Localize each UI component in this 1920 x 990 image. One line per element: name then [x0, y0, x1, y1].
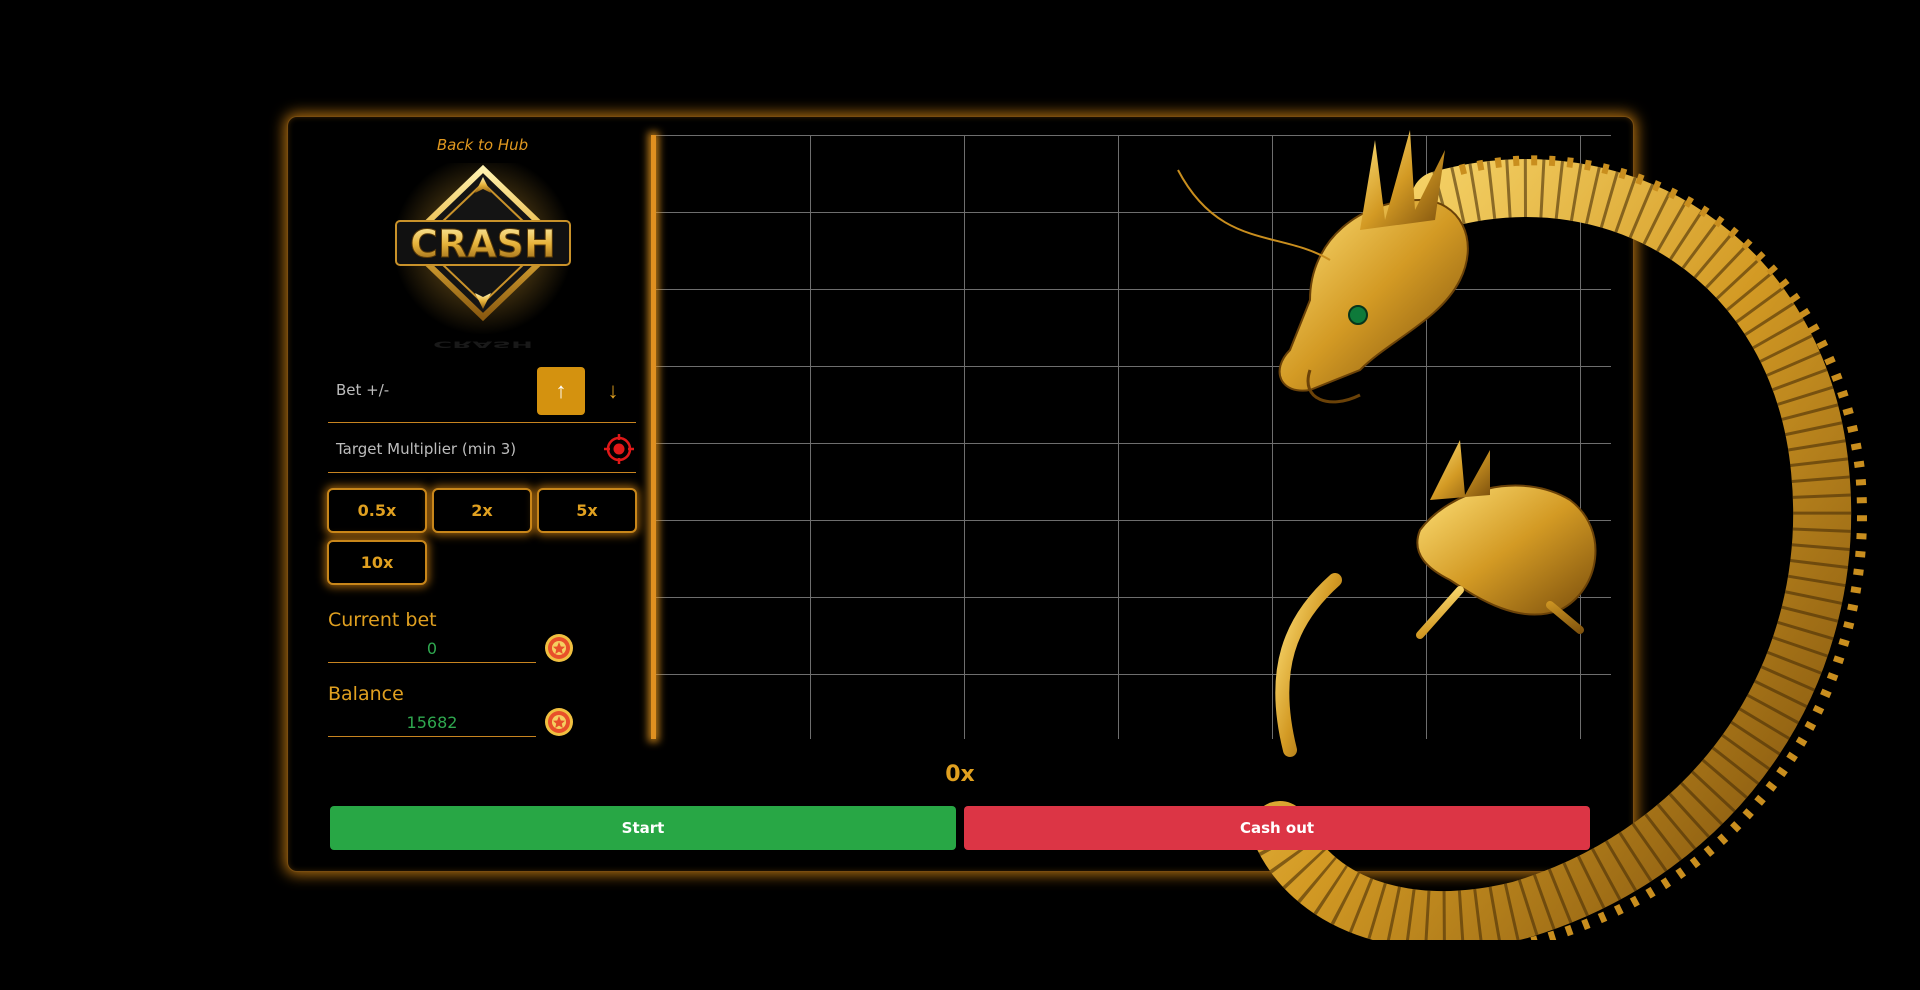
balance-label: Balance	[328, 683, 404, 705]
current-bet-label: Current bet	[328, 609, 437, 631]
current-bet-value: 0	[328, 636, 536, 663]
chart-axis-glow	[651, 135, 656, 739]
multiplier-2x-button[interactable]: 2x	[432, 488, 532, 533]
bet-adjust-row: Bet +/- ↑ ↓	[328, 366, 636, 423]
chart-grid	[653, 135, 1611, 739]
crash-logo-graphic: CRASH CRASH	[393, 155, 573, 350]
arrow-down-icon: ↓	[607, 378, 619, 403]
multiplier-10x-button[interactable]: 10x	[327, 540, 427, 585]
svg-text:CRASH: CRASH	[433, 339, 533, 350]
crash-chart	[653, 135, 1613, 739]
chip-icon	[544, 633, 574, 663]
bet-increase-button[interactable]: ↑	[537, 367, 585, 415]
target-multiplier-row: Target Multiplier (min 3)	[328, 427, 636, 473]
multiplier-5x-button[interactable]: 5x	[537, 488, 637, 533]
cash-out-button[interactable]: Cash out	[964, 806, 1590, 850]
target-multiplier-label: Target Multiplier (min 3)	[336, 440, 517, 458]
start-button[interactable]: Start	[330, 806, 956, 850]
multiplier-0.5x-button[interactable]: 0.5x	[327, 488, 427, 533]
chip-icon	[544, 707, 574, 737]
back-to-hub-link[interactable]: Back to Hub	[395, 136, 570, 154]
target-icon[interactable]	[604, 434, 634, 464]
bet-decrease-button[interactable]: ↓	[590, 367, 636, 415]
bet-adjust-label: Bet +/-	[336, 381, 390, 399]
balance-value: 15682	[328, 710, 536, 737]
svg-text:CRASH: CRASH	[410, 222, 556, 266]
arrow-up-icon: ↑	[555, 378, 567, 403]
current-multiplier-display: 0x	[945, 762, 975, 787]
crash-logo: CRASH CRASH	[388, 155, 578, 353]
